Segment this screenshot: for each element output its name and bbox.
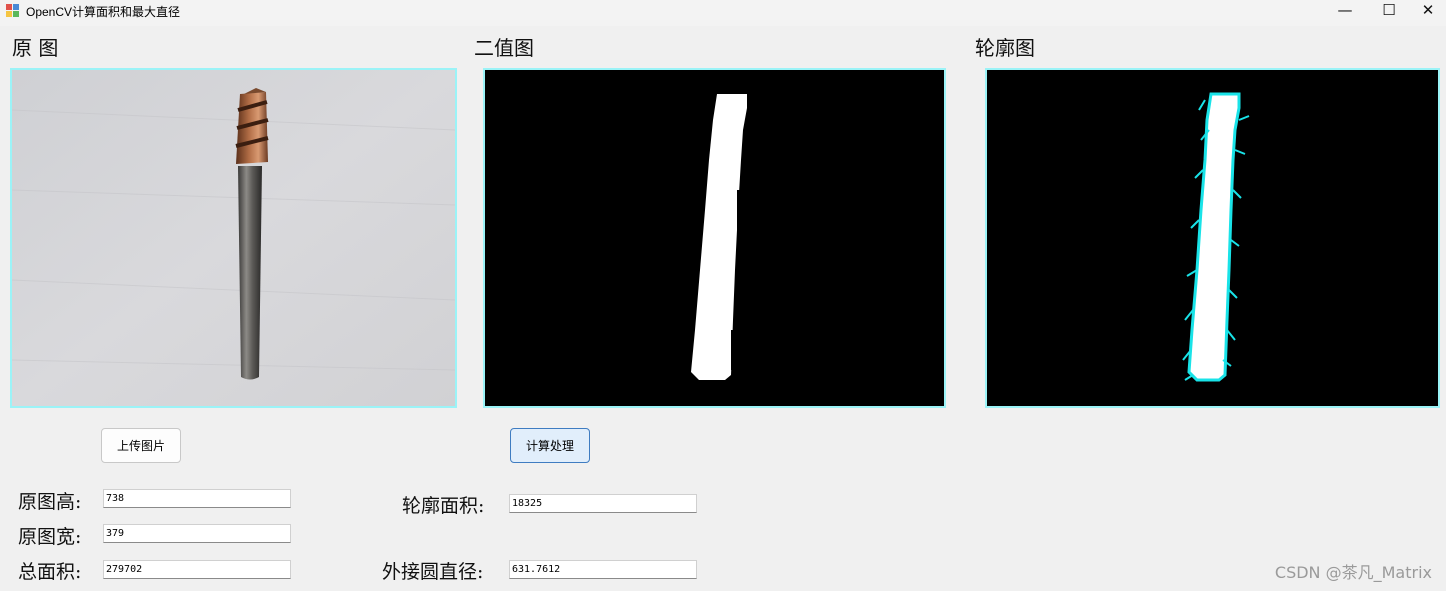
original-image-title: 原 图 [12, 36, 59, 60]
compute-button[interactable]: 计算处理 [510, 428, 590, 463]
maximize-button[interactable]: ☐ [1366, 0, 1412, 20]
width-label: 原图宽: [18, 526, 82, 548]
watermark: CSDN @茶凡_Matrix [1274, 563, 1432, 582]
contour-area-label: 轮廓面积: [402, 495, 485, 517]
minimize-button[interactable]: — [1322, 0, 1368, 20]
binary-image-title: 二值图 [474, 36, 534, 60]
upload-image-button[interactable]: 上传图片 [101, 428, 181, 463]
original-image [10, 68, 457, 408]
binary-image [483, 68, 946, 408]
contour-image [985, 68, 1440, 408]
height-label: 原图高: [18, 491, 82, 513]
total-area-label: 总面积: [18, 561, 82, 583]
app-icon [6, 4, 19, 17]
circle-diameter-label: 外接圆直径: [382, 561, 484, 583]
window-title: OpenCV计算面积和最大直径 [26, 5, 181, 19]
circle-diameter-field[interactable]: 631.7612 [509, 560, 697, 579]
height-field[interactable]: 738 [103, 489, 291, 508]
contour-area-field[interactable]: 18325 [509, 494, 697, 513]
total-area-field[interactable]: 279702 [103, 560, 291, 579]
title-bar: OpenCV计算面积和最大直径 — ☐ ✕ [0, 0, 1446, 26]
contour-image-title: 轮廓图 [975, 36, 1035, 60]
close-button[interactable]: ✕ [1410, 0, 1446, 20]
width-field[interactable]: 379 [103, 524, 291, 543]
